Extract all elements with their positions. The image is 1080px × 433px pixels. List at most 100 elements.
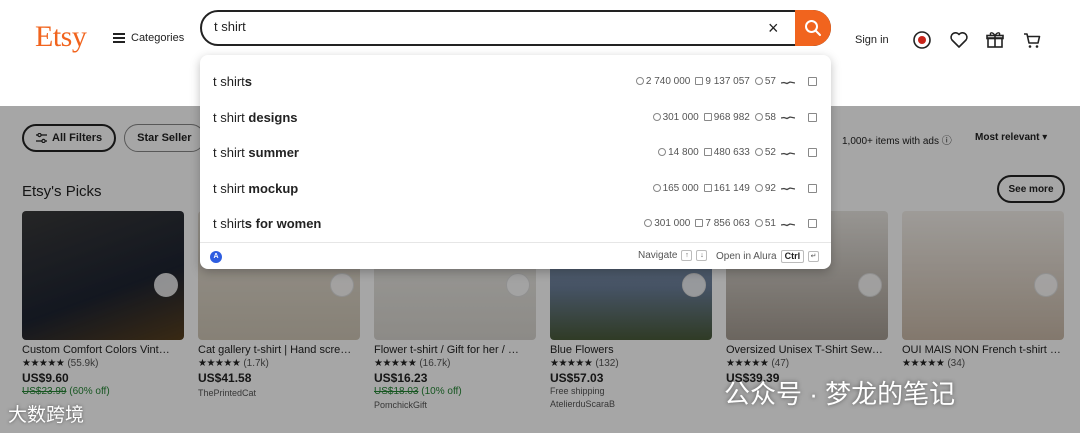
search-button[interactable] (795, 10, 831, 46)
ctrl-key-icon: Ctrl (780, 250, 805, 263)
open-external-icon[interactable] (808, 112, 817, 122)
views-icon (754, 148, 763, 156)
dropdown-footer: A Navigate ↑ ↓ Open in Alura Ctrl ↵ (200, 242, 831, 269)
listings-icon (703, 112, 712, 121)
listings-icon (703, 148, 712, 156)
sign-in-link[interactable]: Sign in (855, 34, 889, 46)
views-icon (754, 112, 763, 121)
view-count: 52 (754, 147, 776, 158)
suggestion-completion: summer (244, 145, 299, 160)
navigate-label: Navigate (638, 250, 678, 261)
suggestion-item[interactable]: t shirt mockup 165 000 161 149 92 (200, 171, 831, 206)
suggestion-item[interactable]: t shirt designs 301 000 968 982 58 (200, 100, 831, 135)
suggestion-stats: 301 000 7 856 063 51 (644, 218, 817, 229)
suggestion-query: t shirt (213, 145, 245, 160)
views-icon (754, 183, 763, 192)
view-count: 58 (754, 111, 776, 123)
suggestion-stats: 14 800 480 633 52 (658, 147, 817, 158)
listing-count: 968 982 (703, 111, 750, 123)
view-count-value: 92 (764, 182, 776, 194)
suggestion-query: t shirt (213, 74, 245, 89)
search-icon (805, 20, 821, 36)
listing-count-value: 480 633 (713, 147, 750, 158)
etsy-logo[interactable]: Etsy (35, 20, 87, 54)
suggestion-stats: 165 000 161 149 92 (652, 182, 817, 194)
trend-sparkline-icon (781, 116, 795, 120)
suggestion-stats: 2 740 000 9 137 057 57 (635, 76, 817, 87)
search-volume-icon (644, 219, 653, 227)
listing-count-value: 161 149 (713, 182, 750, 194)
search-volume: 301 000 (652, 111, 699, 123)
view-count: 92 (754, 182, 776, 194)
suggestion-item[interactable]: t shirts 2 740 000 9 137 057 57 (200, 64, 831, 99)
arrow-up-key-icon: ↑ (681, 250, 693, 261)
suggestion-completion: s for women (244, 216, 322, 231)
listing-count: 161 149 (703, 182, 750, 194)
search-box[interactable]: × (200, 10, 831, 46)
open-in-alura-label: Open in Alura (716, 251, 777, 262)
listing-count: 7 856 063 (695, 218, 750, 229)
search-volume: 301 000 (644, 218, 690, 229)
listings-icon (695, 77, 704, 85)
categories-button[interactable]: Categories (113, 32, 184, 44)
listing-count: 480 633 (703, 147, 750, 158)
listing-count: 9 137 057 (695, 76, 750, 87)
clear-search-icon[interactable]: × (768, 18, 779, 39)
search-volume-icon (652, 183, 661, 192)
view-count-value: 57 (764, 76, 776, 87)
suggestion-item[interactable]: t shirts for women 301 000 7 856 063 51 (200, 206, 831, 241)
views-icon (754, 219, 763, 227)
suggestion-text: t shirt designs (213, 110, 298, 125)
view-count: 51 (754, 218, 776, 229)
search-suggestions-dropdown: t shirts 2 740 000 9 137 057 57 t shirt desi… (200, 55, 831, 269)
trend-sparkline-icon (781, 222, 795, 226)
suggestion-text: t shirt mockup (213, 181, 298, 196)
suggestion-item[interactable]: t shirt summer 14 800 480 633 52 (200, 135, 831, 170)
suggestion-completion: mockup (244, 180, 299, 196)
open-external-icon[interactable] (808, 183, 817, 193)
open-external-icon[interactable] (808, 77, 817, 86)
suggestion-stats: 301 000 968 982 58 (652, 111, 817, 123)
search-volume-value: 301 000 (662, 111, 699, 123)
search-volume: 2 740 000 (635, 76, 690, 87)
open-external-icon[interactable] (808, 148, 817, 157)
search-volume-value: 165 000 (662, 182, 699, 194)
views-icon (754, 77, 763, 85)
listing-count-value: 968 982 (713, 111, 750, 123)
search-volume-value: 14 800 (668, 147, 699, 158)
categories-label: Categories (131, 32, 185, 44)
search-volume: 14 800 (658, 147, 699, 158)
gift-icon[interactable] (985, 30, 1005, 50)
search-volume-icon (658, 148, 667, 156)
trend-sparkline-icon (781, 187, 795, 191)
search-volume: 165 000 (652, 182, 699, 194)
search-input[interactable] (214, 19, 734, 34)
listings-icon (695, 219, 704, 227)
view-count-value: 52 (764, 147, 776, 158)
suggestion-text: t shirts for women (213, 216, 321, 231)
listings-icon (703, 183, 712, 192)
listing-count-value: 9 137 057 (705, 76, 750, 87)
suggestion-completion: s (244, 74, 253, 89)
suggestion-query: t shirt (213, 216, 245, 231)
open-external-icon[interactable] (808, 219, 817, 228)
suggestion-completion: designs (244, 109, 298, 125)
watermark-right: 公众号 · 梦龙的笔记 (724, 379, 956, 409)
record-icon[interactable] (912, 30, 932, 50)
open-in-alura-hint: Open in Alura Ctrl ↵ (716, 250, 820, 263)
heart-icon[interactable] (949, 30, 969, 50)
search-volume-icon (652, 112, 661, 121)
suggestion-text: t shirt summer (213, 145, 299, 160)
trend-sparkline-icon (781, 151, 795, 155)
alura-logo-icon: A (210, 251, 222, 263)
enter-key-icon: ↵ (808, 251, 820, 262)
cart-icon[interactable] (1022, 30, 1042, 50)
watermark-left: 大数跨境 (8, 405, 85, 426)
view-count-value: 58 (764, 111, 776, 123)
arrow-down-key-icon: ↓ (696, 250, 708, 261)
trend-sparkline-icon (781, 80, 795, 84)
suggestion-query: t shirt (213, 109, 245, 125)
listing-count-value: 7 856 063 (705, 218, 750, 229)
view-count-value: 51 (764, 218, 776, 229)
suggestion-query: t shirt (213, 180, 245, 196)
